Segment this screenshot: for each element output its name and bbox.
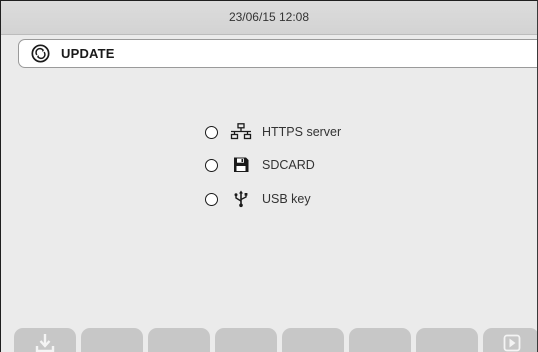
function-key-4[interactable] [215,328,277,352]
option-usb-key[interactable]: USB key [205,190,395,210]
title-bar: UPDATE [18,39,537,68]
function-key-download[interactable] [14,328,76,352]
option-label: USB key [262,192,311,206]
radio-sdcard[interactable] [205,159,218,172]
radio-usb-key[interactable] [205,193,218,206]
network-icon [230,123,252,140]
function-key-3[interactable] [148,328,210,352]
option-label: HTTPS server [262,125,342,139]
function-key-6[interactable] [349,328,411,352]
floppy-disk-icon [234,157,249,172]
option-sdcard[interactable]: SDCARD [205,157,395,176]
status-bar: 23/06/15 12:08 [1,1,537,35]
option-https-server[interactable]: HTTPS server [205,123,395,143]
datetime: 23/06/15 12:08 [228,10,310,24]
function-key-5[interactable] [282,328,344,352]
option-label: SDCARD [262,158,315,172]
play-next-icon [503,334,521,352]
function-key-2[interactable] [81,328,143,352]
download-icon [35,334,55,352]
radio-https-server[interactable] [205,126,218,139]
screen: 23/06/15 12:08 UPDATE HTTPS server SDCAR… [0,0,538,352]
refresh-icon [31,44,50,63]
function-key-7[interactable] [416,328,478,352]
page-title: UPDATE [61,46,115,61]
function-key-next[interactable] [483,328,537,352]
usb-icon [234,190,248,208]
